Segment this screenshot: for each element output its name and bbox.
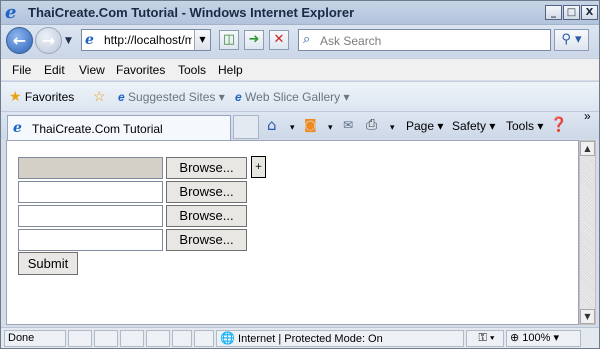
add-favorite-icon: ☆ <box>93 88 106 104</box>
mail-icon[interactable]: ✉ <box>343 118 353 132</box>
status-pane <box>94 330 118 347</box>
zone-text: Internet | Protected Mode: On <box>238 333 383 345</box>
forward-arrow-icon: → <box>41 31 56 50</box>
favorites-label: Favorites <box>24 90 75 104</box>
title-bar: e ThaiCreate.Com Tutorial - Windows Inte… <box>1 1 599 25</box>
search-input[interactable]: Ask Search <box>320 34 381 48</box>
status-text: Done <box>4 330 66 347</box>
protected-mode-button[interactable]: ⚿ ▾ <box>466 330 504 347</box>
status-pane <box>120 330 144 347</box>
status-pane <box>194 330 214 347</box>
stop-button[interactable]: ✕ <box>269 30 289 50</box>
menu-bar: File Edit View Favorites Tools Help <box>1 58 599 80</box>
browse-button-2[interactable]: Browse... <box>166 181 247 203</box>
page-icon: e <box>85 32 94 48</box>
refresh-icon: ➜ <box>248 32 260 47</box>
menu-tools[interactable]: Tools <box>178 63 206 77</box>
compatibility-view-button[interactable]: ◫ <box>219 30 239 50</box>
file-input-4[interactable] <box>18 229 163 251</box>
search-provider-icon: ⌕ <box>303 32 311 47</box>
status-pane <box>68 330 92 347</box>
ie-page-icon: e <box>235 90 242 104</box>
web-slice-gallery-link[interactable]: e Web Slice Gallery ▾ <box>235 90 350 104</box>
page-menu[interactable]: Page ▾ <box>406 119 443 133</box>
browse-button-1[interactable]: Browse... <box>166 157 247 179</box>
resize-grip[interactable] <box>583 330 597 347</box>
forward-button[interactable]: → <box>35 27 62 54</box>
help-icon[interactable]: ❓ <box>550 117 567 133</box>
print-icon[interactable]: ⎙ <box>366 117 377 133</box>
window-title: ThaiCreate.Com Tutorial - Windows Intern… <box>28 5 355 20</box>
menu-edit[interactable]: Edit <box>44 63 65 77</box>
tab-title: ThaiCreate.Com Tutorial <box>32 122 163 136</box>
maximize-button[interactable]: □ <box>563 5 580 20</box>
recent-pages-dropdown[interactable]: ▼ <box>65 36 72 46</box>
close-button[interactable]: X <box>581 5 598 20</box>
ie-logo-icon: e <box>5 2 17 23</box>
add-favorites-button[interactable]: ☆ <box>93 88 106 105</box>
zoom-level: 100% <box>522 332 551 344</box>
rss-icon[interactable]: ◙ <box>304 118 317 133</box>
favorites-button[interactable]: ★ Favorites <box>9 88 74 105</box>
vertical-scrollbar[interactable]: ▲ ▼ <box>579 140 596 325</box>
zoom-dropdown-icon: ▾ <box>553 332 560 344</box>
print-dropdown[interactable]: ▾ <box>390 122 395 133</box>
compatibility-icon: ◫ <box>222 32 236 47</box>
file-input-1[interactable] <box>18 157 163 179</box>
minimize-button[interactable]: _ <box>545 5 562 20</box>
submit-button[interactable]: Submit <box>18 252 78 275</box>
address-dropdown-button[interactable]: ▼ <box>194 30 210 50</box>
scroll-down-button[interactable]: ▼ <box>580 309 595 324</box>
home-dropdown[interactable]: ▾ <box>290 122 295 133</box>
file-input-3[interactable] <box>18 205 163 227</box>
address-input[interactable]: http://localhost/my <box>104 33 192 47</box>
menu-help[interactable]: Help <box>218 63 243 77</box>
status-pane <box>146 330 170 347</box>
ie-page-icon: e <box>118 90 125 104</box>
suggested-sites-link[interactable]: e Suggested Sites ▾ <box>118 90 225 104</box>
address-toolbar: ← → ▼ e http://localhost/my ▼ ◫ ➜ ✕ ⌕ As… <box>1 25 599 57</box>
feeds-dropdown[interactable]: ▾ <box>328 122 333 133</box>
menu-view[interactable]: View <box>79 63 105 77</box>
search-box[interactable]: ⌕ Ask Search <box>298 29 551 51</box>
address-bar[interactable]: e http://localhost/my ▼ <box>81 29 211 51</box>
back-arrow-icon: ← <box>12 31 27 50</box>
web-slice-gallery-label: Web Slice Gallery ▾ <box>245 90 350 104</box>
refresh-button[interactable]: ➜ <box>244 30 264 50</box>
ie-page-icon: e <box>13 120 22 136</box>
home-icon[interactable]: ⌂ <box>267 116 277 134</box>
lock-icon: ⚿ ▾ <box>478 332 495 344</box>
zoom-button[interactable]: ⊕ 100% ▾ <box>506 330 581 347</box>
status-pane <box>172 330 192 347</box>
safety-menu[interactable]: Safety ▾ <box>452 119 495 133</box>
tab-thaicreate[interactable]: e ThaiCreate.Com Tutorial <box>7 115 231 140</box>
star-icon: ★ <box>9 88 22 104</box>
globe-icon: 🌐 <box>220 331 235 345</box>
more-commands-button[interactable]: » <box>584 109 591 123</box>
ie-window: e ThaiCreate.Com Tutorial - Windows Inte… <box>0 0 600 349</box>
menu-favorites[interactable]: Favorites <box>116 63 165 77</box>
resize-handle[interactable]: + <box>251 156 266 178</box>
scroll-up-button[interactable]: ▲ <box>580 141 595 156</box>
security-zone[interactable]: 🌐 Internet | Protected Mode: On <box>216 330 464 347</box>
search-icon: ⚲ ▾ <box>561 32 582 47</box>
tools-menu[interactable]: Tools ▾ <box>506 119 543 133</box>
favorites-bar: ★ Favorites ☆ e Suggested Sites ▾ e Web … <box>1 81 599 111</box>
browse-button-4[interactable]: Browse... <box>166 229 247 251</box>
page-content: Browse... + Browse... Browse... Browse..… <box>6 140 579 325</box>
back-button[interactable]: ← <box>6 27 33 54</box>
browse-button-3[interactable]: Browse... <box>166 205 247 227</box>
new-tab-button[interactable] <box>233 115 259 139</box>
search-button[interactable]: ⚲ ▾ <box>554 29 589 51</box>
zoom-icon: ⊕ <box>510 332 520 344</box>
stop-icon: ✕ <box>273 32 285 47</box>
tab-command-bar: e ThaiCreate.Com Tutorial ⌂ ▾ ◙ ▾ ✉ ⎙ ▾ … <box>1 109 599 140</box>
file-input-2[interactable] <box>18 181 163 203</box>
suggested-sites-label: Suggested Sites ▾ <box>128 90 225 104</box>
menu-file[interactable]: File <box>12 63 31 77</box>
status-bar: Done 🌐 Internet | Protected Mode: On ⚿ ▾… <box>1 327 599 348</box>
